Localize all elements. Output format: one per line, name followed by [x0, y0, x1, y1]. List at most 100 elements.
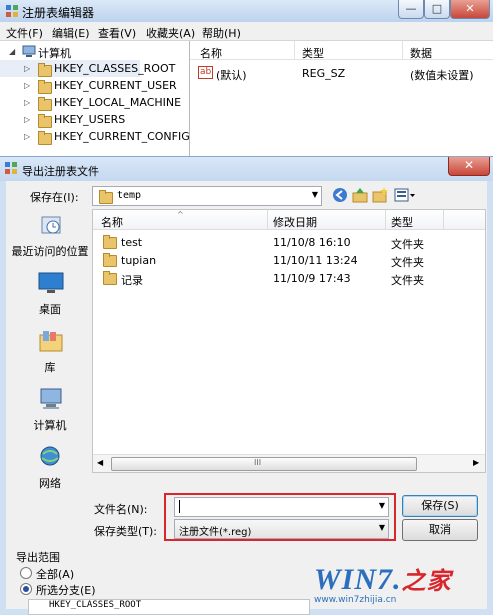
place-label: 最近访问的位置: [11, 245, 89, 258]
recent-places-icon: [41, 216, 61, 234]
column-header-date[interactable]: 修改日期: [273, 214, 317, 230]
tree-label: HKEY_CLASSES_ROOT: [54, 62, 176, 75]
tree-item-computer[interactable]: ◢ 计算机: [0, 43, 189, 60]
column-separator[interactable]: [402, 41, 403, 59]
tree-item-key[interactable]: ▷ HKEY_CLASSES_ROOT: [0, 60, 175, 77]
save-in-dropdown[interactable]: temp ▼: [92, 186, 322, 206]
up-folder-icon[interactable]: [352, 187, 368, 203]
folder-icon: [38, 80, 52, 94]
menu-view[interactable]: 查看(V): [98, 25, 136, 41]
tree-label: HKEY_CURRENT_USER: [54, 79, 177, 92]
value-name: (默认): [216, 69, 247, 82]
file-row[interactable]: tupian 11/10/11 13:24 文件夹: [93, 251, 485, 269]
expand-arrow-icon[interactable]: ▷: [24, 81, 30, 90]
network-icon: [40, 446, 60, 466]
minimize-button[interactable]: —: [398, 0, 424, 19]
column-header-type[interactable]: 类型: [391, 214, 413, 230]
save-in-value: temp: [117, 190, 142, 201]
file-list-header: 名称 ^ 修改日期 类型: [93, 210, 485, 230]
branch-value: HKEY_CLASSES_ROOT: [49, 600, 142, 610]
place-network[interactable]: 网络: [10, 445, 90, 497]
regedit-window: 注册表编辑器 — □ ✕ 文件(F) 编辑(E) 查看(V) 收藏夹(A) 帮助…: [0, 0, 493, 160]
scrollbar-thumb[interactable]: III: [111, 457, 417, 471]
file-type: 文件夹: [391, 256, 424, 269]
value-type: REG_SZ: [302, 67, 346, 80]
file-name: tupian: [121, 254, 157, 267]
tree-item-key[interactable]: ▷ HKEY_CURRENT_CONFIG: [0, 128, 190, 145]
dialog-close-button[interactable]: ✕: [448, 157, 490, 176]
column-header-name[interactable]: 名称: [101, 214, 123, 230]
radio-label: 所选分支(E): [36, 584, 96, 597]
menu-favorites[interactable]: 收藏夹(A): [146, 25, 195, 41]
tree-item-key[interactable]: ▷ HKEY_CURRENT_USER: [0, 77, 189, 94]
file-row[interactable]: test 11/10/8 16:10 文件夹: [93, 233, 485, 251]
horizontal-scrollbar[interactable]: ◀ III ▶: [93, 454, 485, 472]
expand-arrow-icon[interactable]: ▷: [24, 64, 30, 73]
place-desktop[interactable]: 桌面: [10, 271, 90, 323]
regedit-menubar: 文件(F) 编辑(E) 查看(V) 收藏夹(A) 帮助(H): [0, 22, 493, 41]
column-header-data[interactable]: 数据: [410, 45, 432, 61]
export-range-legend: 导出范围: [16, 551, 60, 564]
view-menu-icon[interactable]: [394, 187, 416, 203]
libraries-icon: [39, 331, 63, 352]
expand-arrow-icon[interactable]: ▷: [24, 132, 30, 141]
place-libraries[interactable]: 库: [10, 329, 90, 381]
menu-help[interactable]: 帮助(H): [202, 25, 241, 41]
scroll-left-icon[interactable]: ◀: [97, 458, 103, 467]
column-separator[interactable]: [443, 210, 444, 229]
expand-arrow-icon[interactable]: ▷: [24, 98, 30, 107]
place-recent[interactable]: 最近访问的位置: [10, 213, 90, 265]
place-label: 桌面: [39, 303, 61, 316]
value-row[interactable]: ab (默认) REG_SZ (数值未设置): [190, 65, 493, 82]
value-data: (数值未设置): [410, 69, 474, 82]
expand-arrow-icon[interactable]: ▷: [24, 115, 30, 124]
file-date: 11/10/9 17:43: [273, 272, 351, 285]
column-separator[interactable]: [294, 41, 295, 59]
place-computer[interactable]: 计算机: [10, 387, 90, 439]
watermark-logo-text: WIN7.: [314, 563, 402, 596]
folder-icon: [38, 114, 52, 128]
place-label: 计算机: [33, 419, 67, 432]
column-header-type[interactable]: 类型: [302, 45, 324, 61]
column-separator[interactable]: [267, 210, 268, 229]
column-header-name[interactable]: 名称: [200, 45, 222, 61]
save-button[interactable]: 保存(S): [402, 495, 478, 517]
regedit-app-icon: [6, 5, 18, 17]
tree-item-key[interactable]: ▷ HKEY_LOCAL_MACHINE: [0, 94, 189, 111]
folder-icon: [103, 271, 117, 285]
computer-icon: [22, 45, 36, 57]
radio-button-checked[interactable]: [20, 583, 32, 595]
regedit-close-button[interactable]: ✕: [450, 0, 490, 19]
export-registry-dialog: 导出注册表文件 ✕ 保存在(I): temp ▼ 最近访问的位置 桌面 库 计算…: [0, 156, 493, 615]
highlight-annotation: [164, 493, 396, 541]
tree-label: 计算机: [38, 47, 71, 60]
folder-icon: [38, 131, 52, 145]
places-bar: 最近访问的位置 桌面 库 计算机 网络: [10, 209, 90, 519]
radio-button[interactable]: [20, 567, 32, 579]
save-in-label: 保存在(I):: [30, 191, 79, 204]
desktop-icon: [38, 272, 64, 293]
file-type: 文件夹: [391, 238, 424, 251]
computer-icon: [40, 388, 62, 409]
file-row[interactable]: 记录 11/10/9 17:43 文件夹: [93, 269, 485, 287]
tree-label: HKEY_USERS: [54, 113, 126, 126]
thumb-grip: III: [254, 458, 262, 467]
radio-selected-branch[interactable]: 所选分支(E): [20, 582, 110, 597]
tree-item-key[interactable]: ▷ HKEY_USERS: [0, 111, 189, 128]
scroll-right-icon[interactable]: ▶: [473, 458, 479, 467]
radio-all[interactable]: 全部(A): [20, 566, 100, 581]
cancel-button[interactable]: 取消: [402, 519, 478, 541]
column-separator[interactable]: [385, 210, 386, 229]
dialog-body: 保存在(I): temp ▼ 最近访问的位置 桌面 库 计算机 网络 名称 ^ …: [6, 181, 487, 615]
watermark-logo-cjk: 之家: [401, 569, 452, 595]
collapse-arrow-icon[interactable]: ◢: [9, 47, 15, 56]
file-name: test: [121, 236, 143, 249]
menu-file[interactable]: 文件(F): [6, 25, 43, 41]
maximize-button[interactable]: □: [424, 0, 450, 19]
filetype-label: 保存类型(T):: [94, 525, 158, 538]
branch-input[interactable]: HKEY_CLASSES_ROOT: [28, 599, 310, 615]
file-name: 记录: [121, 274, 143, 287]
menu-edit[interactable]: 编辑(E): [52, 25, 90, 41]
back-icon[interactable]: [332, 187, 348, 203]
new-folder-icon[interactable]: [372, 187, 388, 203]
